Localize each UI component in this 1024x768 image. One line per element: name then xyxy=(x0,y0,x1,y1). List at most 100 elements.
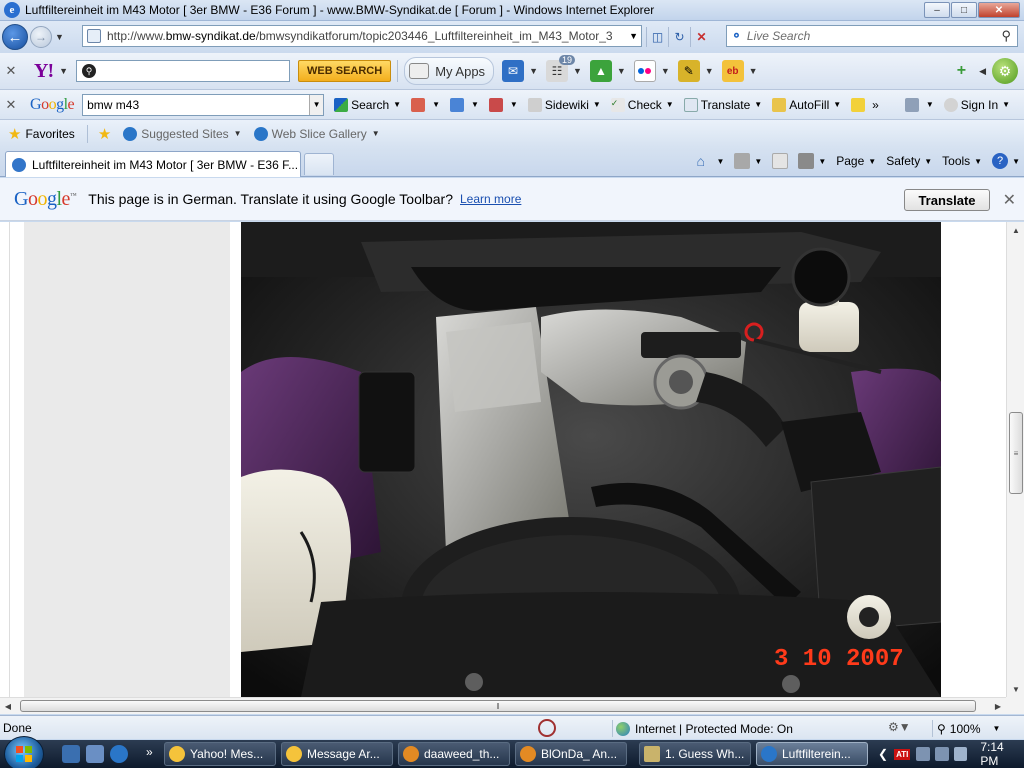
answers-icon[interactable]: ✎ xyxy=(677,60,700,82)
address-dropdown-icon[interactable]: ▼ xyxy=(629,31,638,41)
tab-active[interactable]: Luftfiltereinheit im M43 Motor [ 3er BMW… xyxy=(5,151,301,177)
start-button[interactable] xyxy=(4,736,44,768)
learn-more-link[interactable]: Learn more xyxy=(460,192,521,206)
sidewiki-button[interactable]: Sidewiki ▼ xyxy=(527,97,601,112)
zoom-control[interactable]: ⚲ 100% ▼ xyxy=(932,720,1000,737)
change-zone-icon[interactable]: ⚙▼ xyxy=(888,720,911,734)
url-text[interactable]: http://www.bmw-syndikat.de/bmwsyndikatfo… xyxy=(107,29,613,43)
bookmarks-button[interactable]: ▼ xyxy=(411,97,440,112)
share-button[interactable]: ▼ xyxy=(450,97,479,112)
horizontal-scroll-thumb[interactable]: ‖ xyxy=(20,700,976,712)
minimize-button[interactable]: – xyxy=(924,2,950,18)
back-button[interactable]: ← xyxy=(2,24,28,50)
maximize-button[interactable]: □ xyxy=(951,2,977,18)
yahoo-menu-dropdown[interactable]: ▼ xyxy=(59,66,68,76)
security-zone[interactable]: Internet | Protected Mode: On xyxy=(612,720,793,737)
ie-icon[interactable] xyxy=(110,745,128,763)
autofill-button[interactable]: AutoFill ▼ xyxy=(772,97,841,112)
toolbar-scroll-left-icon[interactable]: ◀ xyxy=(979,66,986,77)
close-icon[interactable]: ✕ xyxy=(1003,190,1016,210)
volume-icon[interactable] xyxy=(953,747,968,761)
updates-icon[interactable]: ▲ xyxy=(589,60,612,82)
toolbar-settings-button[interactable]: ▼ xyxy=(904,97,934,112)
feeds-button[interactable]: ▼ xyxy=(734,153,762,169)
address-bar[interactable]: http://www.bmw-syndikat.de/bmwsyndikatfo… xyxy=(82,25,642,47)
read-mail-button[interactable] xyxy=(772,153,789,169)
scroll-up-icon[interactable]: ▲ xyxy=(1007,222,1024,238)
search-icon[interactable]: ⚲ xyxy=(1001,28,1011,44)
scroll-left-icon[interactable]: ◀ xyxy=(0,698,16,714)
quick-launch-more-icon[interactable]: » xyxy=(146,745,153,759)
new-tab-button[interactable] xyxy=(304,153,334,175)
mail-dropdown[interactable]: ▼ xyxy=(529,66,538,76)
vertical-scrollbar[interactable]: ▲ ≡ ▼ xyxy=(1006,222,1024,697)
google-search-input[interactable]: bmw m43 ▼ xyxy=(82,93,325,116)
updates-dropdown[interactable]: ▼ xyxy=(617,66,626,76)
suggested-sites-link[interactable]: Suggested Sites ▼ xyxy=(123,126,242,141)
tray-expand-icon[interactable]: ❮ xyxy=(878,747,888,761)
popup-blocker-button[interactable]: ▼ xyxy=(488,97,518,112)
ebay-dropdown[interactable]: ▼ xyxy=(749,66,758,76)
news-dropdown[interactable]: ▼ xyxy=(573,66,582,76)
spell-check-button[interactable]: ✓ Check ▼ xyxy=(610,97,674,112)
network-icon[interactable] xyxy=(916,747,931,761)
translate-toolbar-button[interactable]: Translate ▼ xyxy=(683,97,762,112)
chevron-down-icon[interactable]: ▼ xyxy=(309,94,324,115)
compatibility-view-icon[interactable]: ◫ xyxy=(646,27,668,47)
page-menu[interactable]: Page ▼ xyxy=(836,154,876,168)
print-button[interactable]: ▼ xyxy=(798,153,826,169)
task-guess-what[interactable]: 1. Guess Wh... xyxy=(639,742,751,766)
refresh-icon[interactable]: ↻ xyxy=(668,27,690,47)
google-logo[interactable]: Google xyxy=(30,96,75,114)
close-window-button[interactable]: ✕ xyxy=(978,2,1020,18)
yahoo-logo[interactable]: Y! xyxy=(34,60,54,83)
live-search-placeholder[interactable]: Live Search xyxy=(747,29,810,43)
google-search-button[interactable]: Search ▼ xyxy=(334,97,401,112)
chevron-down-icon[interactable]: ▼ xyxy=(993,724,1001,733)
popup-blocked-icon[interactable] xyxy=(538,719,556,737)
my-apps-button[interactable]: My Apps xyxy=(404,57,495,85)
horizontal-scrollbar[interactable]: ◀ ‖ ▶ xyxy=(0,697,1006,714)
scroll-down-icon[interactable]: ▼ xyxy=(1007,681,1024,697)
show-desktop-icon[interactable] xyxy=(62,745,80,763)
ati-icon[interactable]: ATI xyxy=(894,748,911,760)
forward-button[interactable]: → xyxy=(30,26,52,48)
vertical-scroll-thumb[interactable]: ≡ xyxy=(1009,412,1023,494)
display-icon[interactable] xyxy=(935,747,949,761)
flickr-icon[interactable] xyxy=(633,60,656,82)
add-favorite-icon[interactable]: ★ xyxy=(98,125,111,143)
web-search-button[interactable]: WEB SEARCH xyxy=(298,60,392,82)
home-button[interactable]: ⌂ ▼ xyxy=(696,153,724,169)
translate-button[interactable]: Translate xyxy=(904,189,990,211)
close-toolbar-icon[interactable]: ✕ xyxy=(0,63,22,79)
google-query-text[interactable]: bmw m43 xyxy=(87,98,139,112)
scroll-right-icon[interactable]: ▶ xyxy=(990,698,1006,714)
engine-bay-photo[interactable]: 3 10 2007 xyxy=(241,222,941,697)
help-button[interactable]: ? ▼ xyxy=(992,153,1020,169)
recent-pages-dropdown[interactable]: ▼ xyxy=(55,32,64,42)
answers-dropdown[interactable]: ▼ xyxy=(705,66,714,76)
favorites-button[interactable]: ★ Favorites xyxy=(8,125,75,143)
sign-in-button[interactable]: Sign In ▼ xyxy=(943,97,1010,112)
news-icon[interactable]: ☷ 19 xyxy=(545,55,575,82)
task-yahoo-messenger[interactable]: Yahoo! Mes... xyxy=(164,742,276,766)
safety-menu[interactable]: Safety ▼ xyxy=(886,154,932,168)
ebay-icon[interactable]: eb xyxy=(721,60,744,82)
add-icon[interactable]: + xyxy=(957,62,966,80)
web-slice-gallery-link[interactable]: Web Slice Gallery ▼ xyxy=(253,126,380,141)
flickr-dropdown[interactable]: ▼ xyxy=(661,66,670,76)
live-search-box[interactable]: ⚬ Live Search ⚲ xyxy=(726,25,1018,47)
task-message-archive[interactable]: Message Ar... xyxy=(281,742,393,766)
task-luftfiltereinheit[interactable]: Luftfilterein... xyxy=(756,742,868,766)
task-daaweed[interactable]: daaweed_th... xyxy=(398,742,510,766)
clock[interactable]: 7:14 PM xyxy=(980,740,1024,768)
task-blonda[interactable]: BlOnDa_ An... xyxy=(515,742,627,766)
tools-menu[interactable]: Tools ▼ xyxy=(942,154,982,168)
highlight-button[interactable]: » xyxy=(851,97,879,112)
switch-windows-icon[interactable] xyxy=(86,745,104,763)
yahoo-search-input[interactable]: ⚲ xyxy=(76,60,291,82)
settings-gear-icon[interactable]: ⚙ xyxy=(992,58,1018,84)
stop-icon[interactable]: ✕ xyxy=(690,27,712,47)
close-toolbar-icon[interactable]: ✕ xyxy=(0,97,22,113)
mail-icon[interactable]: ✉ xyxy=(502,60,525,82)
